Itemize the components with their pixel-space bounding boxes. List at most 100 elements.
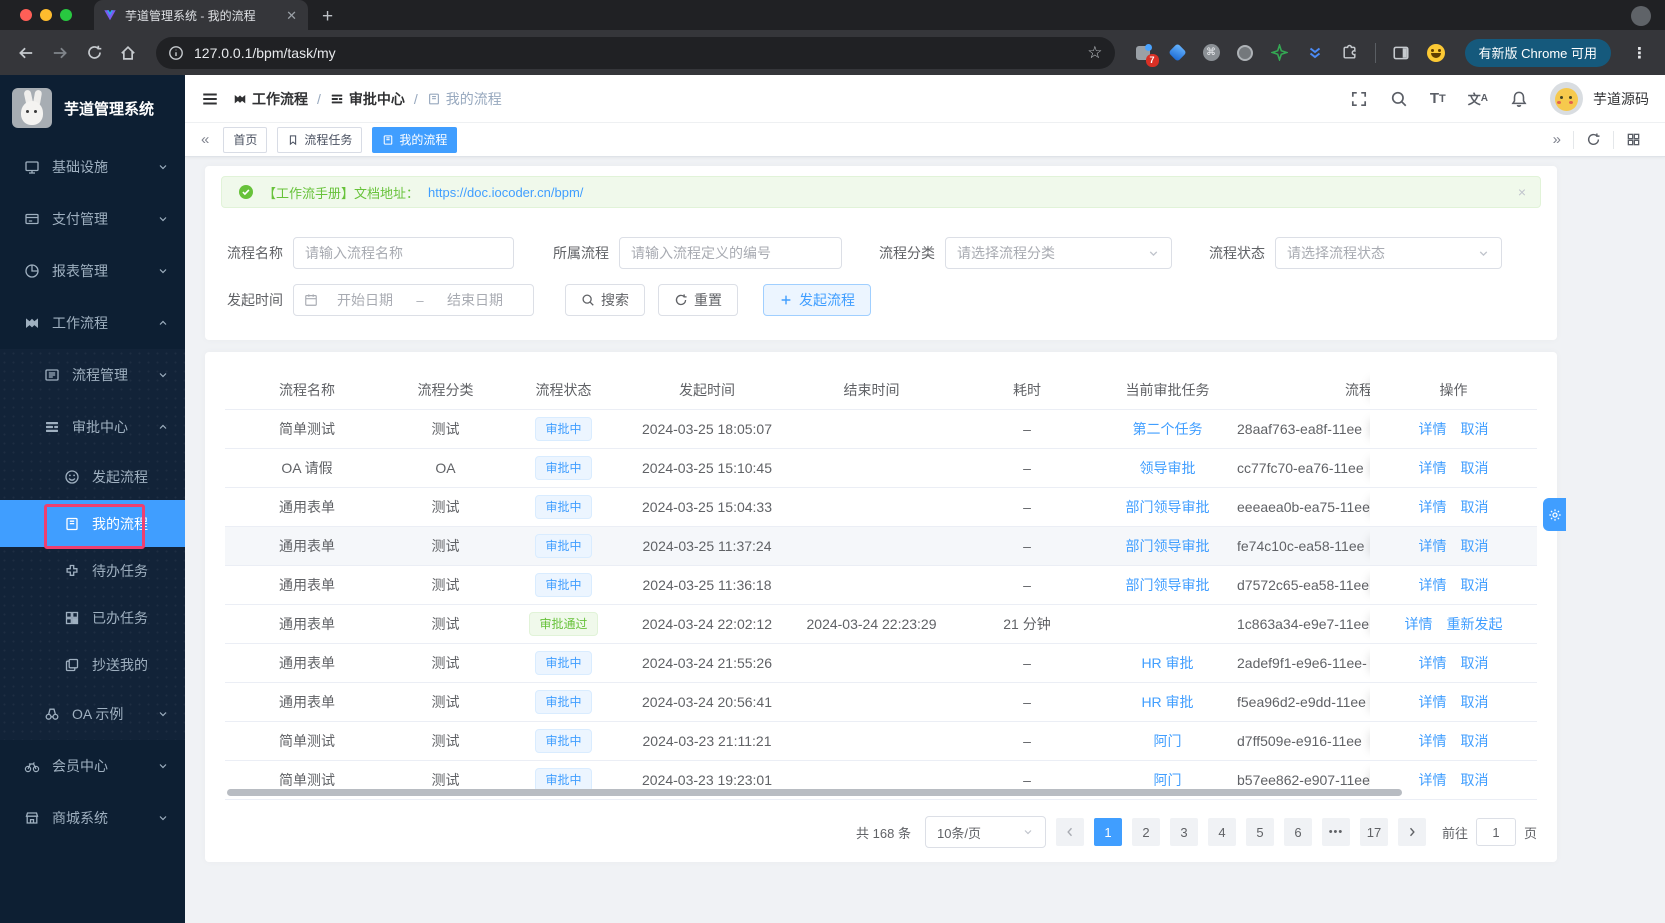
current-task-link[interactable]: 第二个任务: [1133, 421, 1203, 437]
page-number-button[interactable]: 6: [1283, 818, 1312, 846]
window-minimize-icon[interactable]: [40, 9, 52, 21]
tags-refresh-icon[interactable]: [1574, 130, 1613, 150]
cancel-link[interactable]: 取消: [1461, 575, 1489, 595]
window-zoom-icon[interactable]: [60, 9, 72, 21]
browser-tab[interactable]: 芋道管理系统 - 我的流程 ✕: [94, 0, 308, 30]
date-range-picker[interactable]: –: [293, 284, 534, 316]
detail-link[interactable]: 详情: [1419, 536, 1447, 556]
detail-link[interactable]: 详情: [1419, 497, 1447, 517]
goto-page-input[interactable]: [1475, 818, 1516, 846]
start-date-input[interactable]: [322, 291, 408, 309]
cancel-link[interactable]: 取消: [1461, 653, 1489, 673]
sidebar-item-payment[interactable]: 支付管理: [0, 193, 185, 245]
tags-layout-grid-icon[interactable]: [1614, 130, 1653, 150]
home-icon[interactable]: [114, 39, 142, 67]
back-icon[interactable]: [12, 39, 40, 67]
sidebar-item-done-tasks[interactable]: 已办任务: [0, 594, 185, 641]
reset-button[interactable]: 重置: [658, 284, 738, 316]
cancel-link[interactable]: 取消: [1461, 497, 1489, 517]
cancel-link[interactable]: 取消: [1461, 731, 1489, 751]
extension-star-icon[interactable]: [1270, 43, 1290, 63]
current-task-link[interactable]: 领导审批: [1140, 460, 1196, 476]
extensions-puzzle-icon[interactable]: [1340, 43, 1360, 63]
current-task-link[interactable]: 部门领导审批: [1126, 499, 1210, 515]
tags-scroll-left-icon[interactable]: «: [197, 131, 213, 148]
sidebar-item-my-process[interactable]: 我的流程: [0, 500, 185, 547]
category-select[interactable]: 请选择流程分类: [945, 237, 1172, 269]
detail-link[interactable]: 详情: [1419, 419, 1447, 439]
url-bar[interactable]: 127.0.0.1/bpm/task/my ☆: [156, 36, 1115, 69]
sidebar-item-infrastructure[interactable]: 基础设施: [0, 141, 185, 193]
tags-scroll-right-icon[interactable]: »: [1541, 130, 1573, 150]
extension-cmd-icon[interactable]: ⌘: [1202, 44, 1220, 61]
window-close-icon[interactable]: [20, 9, 32, 21]
current-task-link[interactable]: 部门领导审批: [1126, 538, 1210, 554]
detail-link[interactable]: 详情: [1419, 653, 1447, 673]
extension-circle-icon[interactable]: [1235, 43, 1255, 63]
extension-gem-icon[interactable]: [1168, 43, 1188, 63]
current-task-link[interactable]: HR 审批: [1141, 655, 1193, 671]
detail-link[interactable]: 详情: [1405, 614, 1433, 634]
cancel-link[interactable]: 取消: [1461, 692, 1489, 712]
search-button[interactable]: 搜索: [565, 284, 645, 316]
sidebar-item-cc-me[interactable]: 抄送我的: [0, 641, 185, 688]
breadcrumb-workflow[interactable]: 工作流程: [233, 89, 308, 109]
horizontal-scrollbar[interactable]: [227, 789, 1402, 796]
cancel-link[interactable]: 取消: [1461, 536, 1489, 556]
doc-link[interactable]: https://doc.iocoder.cn/bpm/: [428, 185, 583, 200]
sidebar-item-oa-demo[interactable]: OA 示例: [0, 688, 185, 740]
reload-icon[interactable]: [80, 39, 108, 67]
browser-menu-icon[interactable]: ⋮: [1632, 44, 1647, 62]
username[interactable]: 芋道源码: [1593, 89, 1649, 109]
tag-my-process[interactable]: 我的流程: [372, 126, 458, 153]
cancel-link[interactable]: 取消: [1461, 458, 1489, 478]
close-icon[interactable]: ×: [1518, 185, 1526, 199]
prev-page-button[interactable]: [1055, 818, 1084, 846]
process-name-input[interactable]: [293, 237, 514, 269]
sidebar-item-todo-tasks[interactable]: 待办任务: [0, 547, 185, 594]
extension-badge-icon[interactable]: 7: [1133, 43, 1159, 67]
page-number-button[interactable]: 3: [1169, 818, 1198, 846]
chrome-update-button[interactable]: 有新版 Chrome 可用: [1464, 38, 1611, 67]
current-task-link[interactable]: 阿门: [1154, 733, 1182, 749]
site-info-icon[interactable]: [168, 45, 184, 61]
page-number-button[interactable]: 4: [1207, 818, 1236, 846]
current-task-link[interactable]: 阿门: [1154, 772, 1182, 788]
user-avatar[interactable]: [1550, 82, 1583, 115]
bell-icon[interactable]: [1510, 90, 1528, 108]
page-number-button[interactable]: 1: [1093, 818, 1122, 846]
search-icon[interactable]: [1390, 90, 1408, 108]
fullscreen-icon[interactable]: [1350, 90, 1368, 108]
tag-process-task[interactable]: 流程任务: [277, 126, 363, 153]
detail-link[interactable]: 详情: [1419, 731, 1447, 751]
process-def-input[interactable]: [619, 237, 842, 269]
current-task-link[interactable]: HR 审批: [1141, 694, 1193, 710]
sidebar-item-process-manage[interactable]: 流程管理: [0, 349, 185, 401]
detail-link[interactable]: 详情: [1419, 458, 1447, 478]
new-tab-icon[interactable]: +: [322, 7, 333, 26]
sidebar-item-workflow[interactable]: 工作流程: [0, 297, 185, 349]
detail-link[interactable]: 详情: [1419, 770, 1447, 790]
settings-drawer-button[interactable]: [1543, 498, 1566, 531]
tab-close-icon[interactable]: ✕: [284, 7, 299, 24]
create-process-button[interactable]: 发起流程: [763, 284, 871, 316]
sidebar-item-mall-system[interactable]: 商城系统: [0, 792, 185, 844]
last-page-button[interactable]: 17: [1359, 818, 1388, 846]
sidebar-item-reports[interactable]: 报表管理: [0, 245, 185, 297]
page-number-button[interactable]: 2: [1131, 818, 1160, 846]
end-date-input[interactable]: [432, 291, 518, 309]
app-logo[interactable]: 芋道管理系统: [0, 75, 185, 141]
sidebar-item-start-process[interactable]: 发起流程: [0, 453, 185, 500]
browser-profile-icon[interactable]: [1631, 6, 1651, 26]
cancel-link[interactable]: 取消: [1461, 770, 1489, 790]
sidebar-item-member-center[interactable]: 会员中心: [0, 740, 185, 792]
detail-link[interactable]: 详情: [1419, 575, 1447, 595]
sidebar-item-approval-center[interactable]: 审批中心: [0, 401, 185, 453]
cancel-link[interactable]: 重新发起: [1447, 614, 1503, 634]
detail-link[interactable]: 详情: [1419, 692, 1447, 712]
tag-home[interactable]: 首页: [223, 126, 268, 153]
bookmark-star-icon[interactable]: ☆: [1087, 44, 1102, 61]
forward-icon[interactable]: [46, 39, 74, 67]
hamburger-icon[interactable]: [201, 90, 219, 108]
font-size-icon[interactable]: TT: [1430, 90, 1446, 107]
